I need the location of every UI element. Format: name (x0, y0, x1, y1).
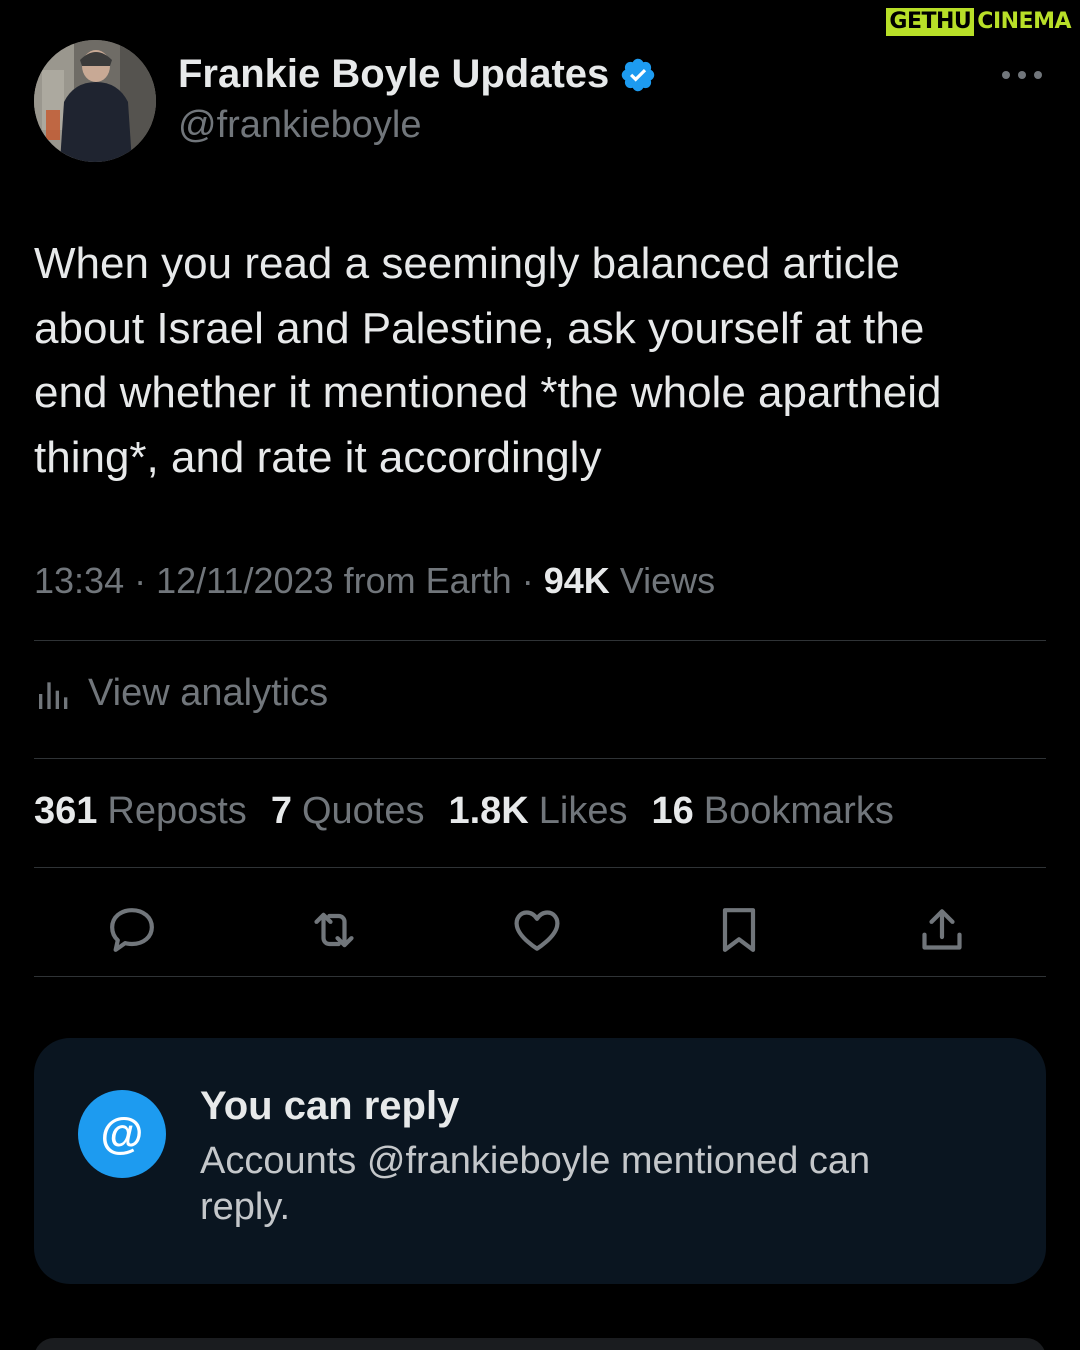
views-count: 94K (543, 560, 610, 601)
divider (34, 867, 1046, 868)
tweet-source: from Earth (343, 560, 512, 601)
tweet-text: When you read a seemingly balanced artic… (34, 239, 942, 482)
mention-icon: @ (78, 1090, 166, 1178)
reply-description: Accounts @frankieboyle mentioned can rep… (200, 1140, 871, 1228)
tweet-meta: 13:34 · 12/11/2023 from Earth · 94K View… (34, 560, 715, 602)
watermark-logo: GETHU CINEMA (886, 8, 1074, 36)
reply-icon (110, 908, 154, 952)
analytics-label: View analytics (88, 672, 329, 714)
repost-icon (314, 912, 354, 948)
next-card-edge (34, 1338, 1046, 1350)
dot (1002, 71, 1010, 79)
watermark-part2: CINEMA (977, 9, 1071, 34)
divider (34, 758, 1046, 759)
verified-badge-icon[interactable] (619, 56, 657, 94)
stat-count: 16 (651, 790, 694, 832)
dot (1034, 71, 1042, 79)
stat-label: Reposts (107, 790, 247, 832)
stat-label: Quotes (301, 790, 425, 832)
separator: · (134, 560, 157, 601)
analytics-icon (39, 681, 68, 709)
avatar[interactable] (34, 40, 156, 162)
display-name-text: Frankie Boyle Updates (178, 52, 610, 96)
tweet-date[interactable]: 12/11/2023 (156, 560, 334, 601)
watermark-part1: GETHU (886, 8, 975, 36)
divider (34, 640, 1046, 641)
stat-likes[interactable]: 1.8K Likes (448, 790, 627, 833)
separator: · (521, 560, 544, 601)
share-button[interactable] (914, 902, 970, 958)
stat-quotes[interactable]: 7 Quotes (271, 790, 425, 833)
share-icon (922, 909, 962, 950)
views-label: Views (619, 560, 716, 601)
stat-bookmarks[interactable]: 16 Bookmarks (651, 790, 893, 833)
action-bar (34, 896, 1046, 966)
repost-button[interactable] (306, 902, 362, 958)
like-icon (514, 910, 560, 951)
avatar-photo (34, 40, 156, 162)
stat-count: 1.8K (448, 790, 529, 832)
stat-count: 7 (270, 790, 292, 832)
stat-count: 361 (34, 790, 98, 832)
display-name[interactable]: Frankie Boyle Updates (178, 52, 657, 97)
dot (1018, 71, 1026, 79)
like-button[interactable] (509, 902, 565, 958)
engagement-stats: 361 Reposts 7 Quotes 1.8K Likes 16 Bookmarks (34, 790, 918, 833)
view-analytics-button[interactable]: View analytics (34, 672, 328, 715)
divider (34, 976, 1046, 977)
user-handle[interactable]: @frankieboyle (178, 104, 421, 147)
reply-title: You can reply (200, 1084, 460, 1128)
stat-label: Likes (538, 790, 628, 832)
stat-reposts[interactable]: 361 Reposts (34, 790, 247, 833)
reply-restriction-card: @ You can reply Accounts @frankieboyle m… (34, 1038, 1046, 1284)
more-options-icon[interactable] (1002, 62, 1042, 88)
stat-label: Bookmarks (703, 790, 894, 832)
tweet-detail-screen: GETHU CINEMA Frankie Boyle Updates @fran… (0, 0, 1080, 1350)
bookmark-icon (722, 908, 756, 952)
bookmark-button[interactable] (711, 902, 767, 958)
tweet-time[interactable]: 13:34 (34, 560, 124, 601)
reply-button[interactable] (104, 902, 160, 958)
